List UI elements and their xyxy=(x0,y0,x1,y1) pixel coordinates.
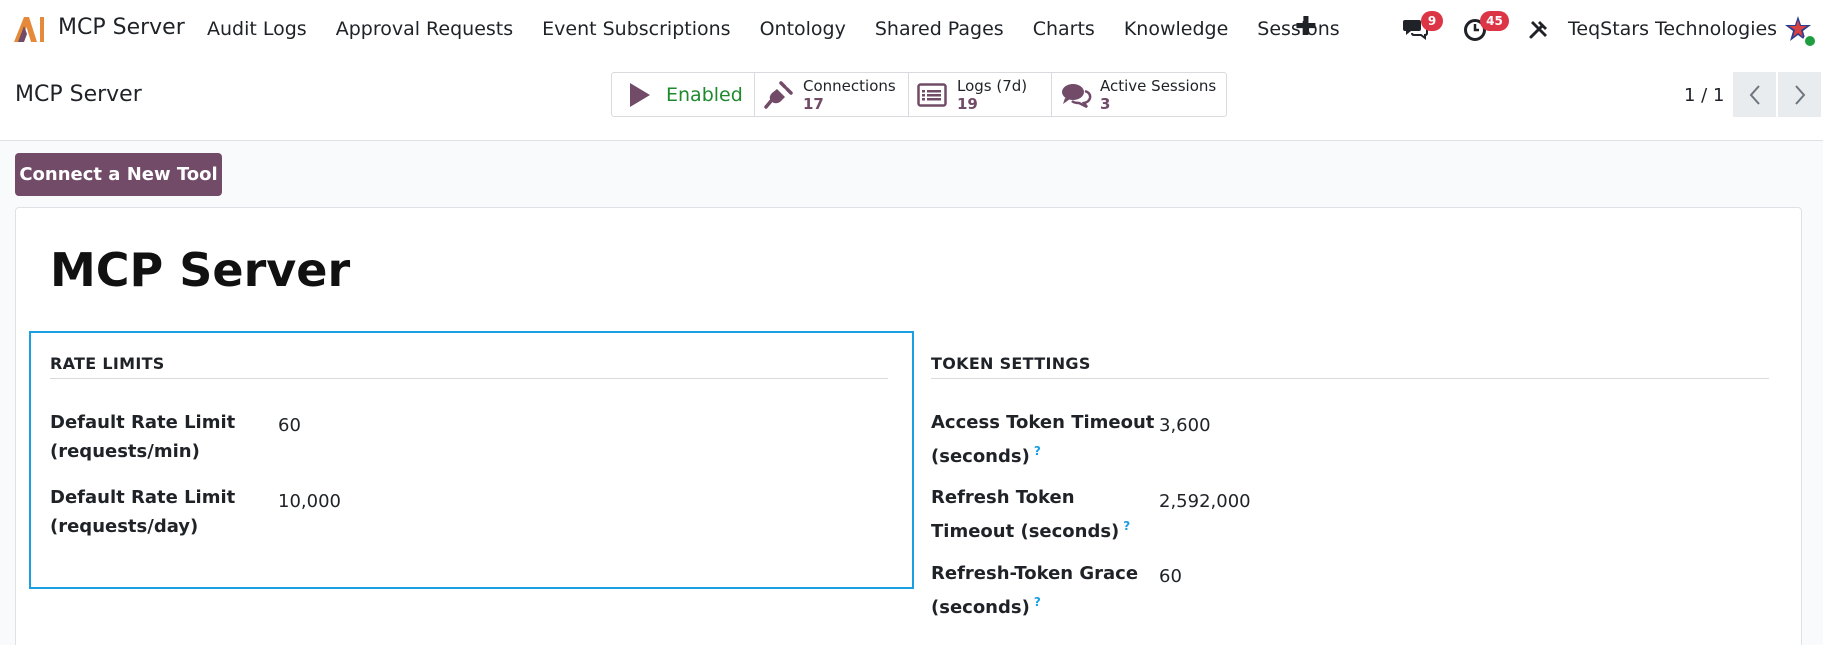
access-token-timeout-label: Access Token Timeout (seconds)? xyxy=(931,408,1154,471)
rate-limit-day-label-line2: (requests/day) xyxy=(50,516,199,537)
app-name[interactable]: MCP Server xyxy=(58,15,185,40)
record-title: MCP Server xyxy=(50,243,351,297)
comments-icon xyxy=(1062,83,1092,108)
rate-limit-min-label: Default Rate Limit (requests/min) xyxy=(50,408,235,466)
ai-logo-icon[interactable] xyxy=(12,14,46,44)
plus-icon[interactable]: ✚ xyxy=(1295,12,1317,42)
menu-item-approval-requests[interactable]: Approval Requests xyxy=(336,18,513,40)
pager-previous-button[interactable] xyxy=(1733,72,1776,117)
rate-limits-divider xyxy=(50,378,888,379)
rate-limit-min-value[interactable]: 60 xyxy=(278,415,301,436)
company-switcher[interactable]: TeqStars Technologies xyxy=(1568,18,1777,40)
pager-next-button[interactable] xyxy=(1778,72,1821,117)
top-navbar: MCP Server Audit Logs Approval Requests … xyxy=(0,0,1823,58)
logs-count: 19 xyxy=(957,94,978,113)
enabled-toggle-button[interactable]: Enabled xyxy=(612,73,755,116)
token-settings-heading: TOKEN SETTINGS xyxy=(931,354,1091,373)
active-sessions-count: 3 xyxy=(1100,94,1111,113)
star-avatar-icon[interactable] xyxy=(1785,14,1817,48)
active-sessions-label: Active Sessions xyxy=(1100,76,1217,95)
help-tooltip-icon[interactable]: ? xyxy=(1034,444,1041,458)
refresh-token-timeout-label-line1: Refresh Token xyxy=(931,487,1075,508)
connections-count: 17 xyxy=(803,94,824,113)
refresh-token-timeout-label-line2: Timeout (seconds) xyxy=(931,521,1120,542)
rate-limit-day-label-line1: Default Rate Limit xyxy=(50,487,236,508)
chevron-right-icon xyxy=(1794,84,1805,105)
tools-icon[interactable] xyxy=(1528,18,1550,40)
menu-item-shared-pages[interactable]: Shared Pages xyxy=(875,18,1004,40)
smart-buttons: Enabled Connections 17 Logs (7d) 19 Acti… xyxy=(611,72,1227,117)
logs-label: Logs (7d) xyxy=(957,76,1028,95)
rate-limit-day-label: Default Rate Limit (requests/day) xyxy=(50,483,235,541)
refresh-token-grace-value[interactable]: 60 xyxy=(1159,566,1182,587)
messages-badge: 9 xyxy=(1421,11,1443,31)
help-tooltip-icon[interactable]: ? xyxy=(1123,519,1130,533)
connections-button[interactable]: Connections 17 xyxy=(755,73,909,116)
menu-item-knowledge[interactable]: Knowledge xyxy=(1124,18,1228,40)
token-settings-divider xyxy=(931,378,1769,379)
refresh-token-grace-label-line2: (seconds) xyxy=(931,597,1030,618)
help-tooltip-icon[interactable]: ? xyxy=(1034,595,1041,609)
list-icon xyxy=(917,82,947,107)
refresh-token-timeout-label: Refresh Token Timeout (seconds)? xyxy=(931,483,1130,546)
menu-item-audit-logs[interactable]: Audit Logs xyxy=(207,18,307,40)
rate-limits-heading: RATE LIMITS xyxy=(50,354,165,373)
main-menu: Audit Logs Approval Requests Event Subsc… xyxy=(207,18,1369,40)
refresh-token-grace-label-line1: Refresh-Token Grace xyxy=(931,563,1139,584)
logs-button[interactable]: Logs (7d) 19 xyxy=(909,73,1052,116)
pager-value[interactable]: 1 / 1 xyxy=(1684,85,1724,106)
active-sessions-button[interactable]: Active Sessions 3 xyxy=(1052,73,1226,116)
menu-item-charts[interactable]: Charts xyxy=(1033,18,1095,40)
menu-item-ontology[interactable]: Ontology xyxy=(760,18,846,40)
refresh-token-timeout-value[interactable]: 2,592,000 xyxy=(1159,491,1251,512)
rate-limit-min-label-line2: (requests/min) xyxy=(50,441,200,462)
chevron-left-icon xyxy=(1749,84,1760,105)
refresh-token-grace-label: Refresh-Token Grace (seconds)? xyxy=(931,559,1138,622)
form-sheet: MCP Server RATE LIMITS Default Rate Limi… xyxy=(15,207,1802,645)
connect-new-tool-button[interactable]: Connect a New Tool xyxy=(15,153,222,196)
connections-label: Connections xyxy=(803,76,896,95)
breadcrumb: MCP Server xyxy=(15,82,142,107)
plug-icon xyxy=(764,80,793,109)
control-panel: MCP Server Enabled Connections 17 Logs (… xyxy=(0,58,1823,141)
activities-badge: 45 xyxy=(1480,11,1509,31)
play-icon xyxy=(630,82,650,107)
rate-limit-day-value[interactable]: 10,000 xyxy=(278,491,341,512)
enabled-label: Enabled xyxy=(666,83,743,106)
menu-item-event-subscriptions[interactable]: Event Subscriptions xyxy=(542,18,730,40)
access-token-timeout-label-line1: Access Token Timeout xyxy=(931,412,1155,433)
access-token-timeout-label-line2: (seconds) xyxy=(931,446,1030,467)
rate-limit-min-label-line1: Default Rate Limit xyxy=(50,412,236,433)
access-token-timeout-value[interactable]: 3,600 xyxy=(1159,415,1211,436)
